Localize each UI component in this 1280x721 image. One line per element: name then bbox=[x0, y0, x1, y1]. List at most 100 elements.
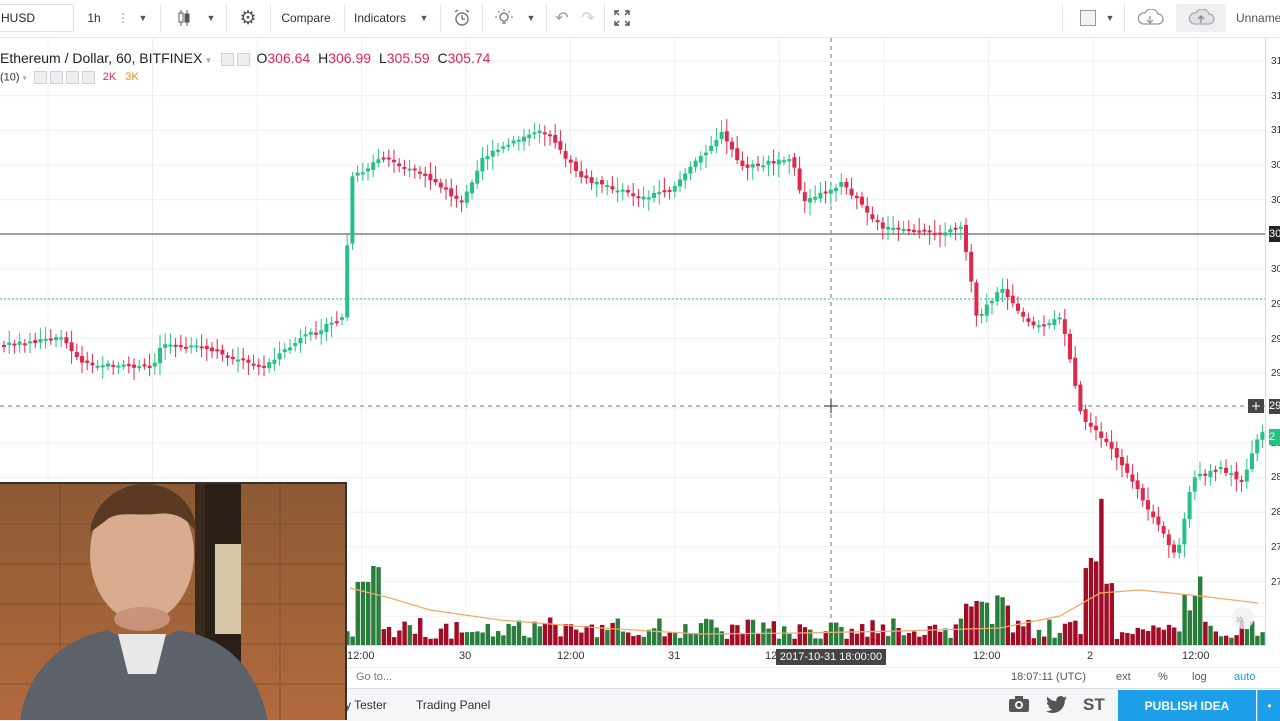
volume-bar bbox=[714, 627, 719, 645]
utc-clock[interactable]: 18:07:11 (UTC) bbox=[1011, 671, 1086, 683]
volume-bar bbox=[1255, 635, 1260, 645]
candle bbox=[964, 224, 968, 252]
undo-icon[interactable]: ↶ bbox=[550, 4, 574, 32]
close-icon[interactable] bbox=[81, 71, 95, 84]
price-axis[interactable]: 31313130303030292929292828282727 30 29 2 bbox=[1265, 38, 1280, 645]
interval-dropdown-icon[interactable]: ▼ bbox=[134, 4, 152, 32]
candle bbox=[69, 342, 74, 352]
candle bbox=[381, 157, 386, 160]
volume-bar bbox=[1088, 557, 1094, 645]
redo-icon[interactable]: ↷ bbox=[576, 4, 600, 32]
cloud-save-icon[interactable] bbox=[1176, 4, 1226, 32]
candle bbox=[678, 179, 682, 187]
volume-bar bbox=[943, 628, 948, 645]
time-axis-label: 2 bbox=[1087, 650, 1094, 662]
symbol-title[interactable]: Ethereum / Dollar, 60, BITFINEX bbox=[0, 50, 202, 66]
indicators-button[interactable]: Indicators bbox=[348, 4, 412, 32]
more-intervals-icon[interactable]: ⋮ bbox=[112, 4, 134, 32]
settings-gear-icon[interactable] bbox=[49, 71, 63, 84]
add-alert-plus-icon[interactable] bbox=[1248, 399, 1264, 413]
candle bbox=[1088, 422, 1093, 427]
layout-dropdown-icon[interactable]: ▼ bbox=[1102, 4, 1118, 32]
low-value: 305.59 bbox=[386, 50, 430, 66]
candle bbox=[782, 160, 786, 163]
fullscreen-icon[interactable] bbox=[608, 4, 636, 32]
legend-dropdown-icon[interactable]: ▾ bbox=[206, 55, 211, 65]
candle bbox=[100, 365, 105, 368]
volume-bar bbox=[438, 628, 444, 645]
candle bbox=[532, 132, 537, 135]
candle bbox=[568, 159, 573, 163]
candle bbox=[2, 344, 6, 347]
twitter-icon[interactable] bbox=[1046, 696, 1068, 719]
candle bbox=[844, 181, 849, 188]
add-icon[interactable] bbox=[65, 71, 79, 84]
indicators-dropdown-icon[interactable]: ▼ bbox=[414, 4, 434, 32]
percent-scale-toggle[interactable]: % bbox=[1158, 671, 1168, 683]
price-axis-label: 29 bbox=[1271, 333, 1280, 345]
volume-bar bbox=[756, 634, 761, 645]
compare-button[interactable]: Compare bbox=[274, 4, 338, 32]
candle bbox=[1208, 470, 1213, 478]
layout-square-icon[interactable] bbox=[1074, 4, 1102, 32]
candle bbox=[990, 300, 994, 304]
volume-bar bbox=[927, 626, 932, 645]
candles-icon[interactable] bbox=[170, 4, 198, 32]
settings-gear-icon[interactable] bbox=[220, 52, 234, 66]
candle bbox=[1083, 409, 1088, 422]
volume-bar bbox=[527, 637, 532, 645]
volume-bar bbox=[953, 624, 958, 645]
layout-name-button[interactable]: Unname bbox=[1230, 4, 1280, 32]
publish-options-button[interactable]: • bbox=[1257, 690, 1280, 721]
candle bbox=[969, 251, 974, 282]
volume-bar bbox=[402, 621, 407, 645]
interval-button[interactable]: 1h bbox=[76, 4, 112, 32]
close-icon[interactable] bbox=[236, 52, 250, 66]
candle bbox=[1146, 500, 1150, 510]
camera-icon[interactable] bbox=[1008, 695, 1030, 718]
symbol-search[interactable]: HUSD bbox=[0, 4, 74, 32]
candle bbox=[293, 343, 298, 347]
candle bbox=[735, 148, 740, 161]
publish-idea-button[interactable]: PUBLISH IDEA bbox=[1118, 690, 1256, 721]
volume-bar bbox=[626, 632, 631, 645]
stocktwits-icon[interactable]: ST bbox=[1083, 695, 1105, 715]
candle bbox=[163, 344, 168, 348]
close-label: C bbox=[437, 50, 448, 66]
candle bbox=[1026, 318, 1031, 322]
time-axis-label: 12:00 bbox=[557, 650, 585, 662]
volume-dropdown-icon[interactable]: ▾ bbox=[23, 73, 27, 82]
candle bbox=[558, 141, 563, 150]
price-axis-label: 27 bbox=[1271, 576, 1280, 588]
eye-icon[interactable] bbox=[33, 71, 47, 84]
candle bbox=[90, 362, 95, 366]
tab-strategy-tester[interactable]: y Tester bbox=[345, 698, 387, 712]
alert-clock-icon[interactable] bbox=[448, 4, 476, 32]
candle bbox=[215, 349, 220, 352]
candle bbox=[766, 160, 771, 165]
volume-bar bbox=[667, 632, 672, 645]
volume-bar bbox=[636, 634, 641, 645]
ideas-lightbulb-icon[interactable] bbox=[490, 4, 518, 32]
goto-date-button[interactable]: Go to... bbox=[356, 671, 392, 683]
scroll-right-icon[interactable]: » bbox=[1232, 607, 1254, 629]
cloud-load-icon[interactable] bbox=[1130, 4, 1170, 32]
tab-trading-panel[interactable]: Trading Panel bbox=[416, 698, 490, 712]
volume-bar bbox=[735, 625, 740, 645]
volume-bar bbox=[860, 624, 865, 645]
log-scale-toggle[interactable]: log bbox=[1192, 671, 1207, 683]
candle bbox=[891, 228, 896, 231]
volume-bar bbox=[511, 626, 516, 645]
candle bbox=[1203, 473, 1208, 476]
candle bbox=[407, 168, 412, 171]
settings-gear-icon[interactable]: ⚙ bbox=[232, 4, 264, 32]
time-axis-label: 31 bbox=[668, 650, 681, 662]
candle bbox=[823, 191, 828, 194]
chart-type-dropdown-icon[interactable]: ▼ bbox=[202, 4, 220, 32]
candle bbox=[412, 168, 417, 171]
ideas-dropdown-icon[interactable]: ▼ bbox=[522, 4, 540, 32]
volume-bar bbox=[782, 626, 787, 645]
volume-bar bbox=[423, 636, 428, 645]
ext-hours-toggle[interactable]: ext bbox=[1116, 671, 1131, 683]
auto-scale-toggle[interactable]: auto bbox=[1234, 671, 1255, 683]
